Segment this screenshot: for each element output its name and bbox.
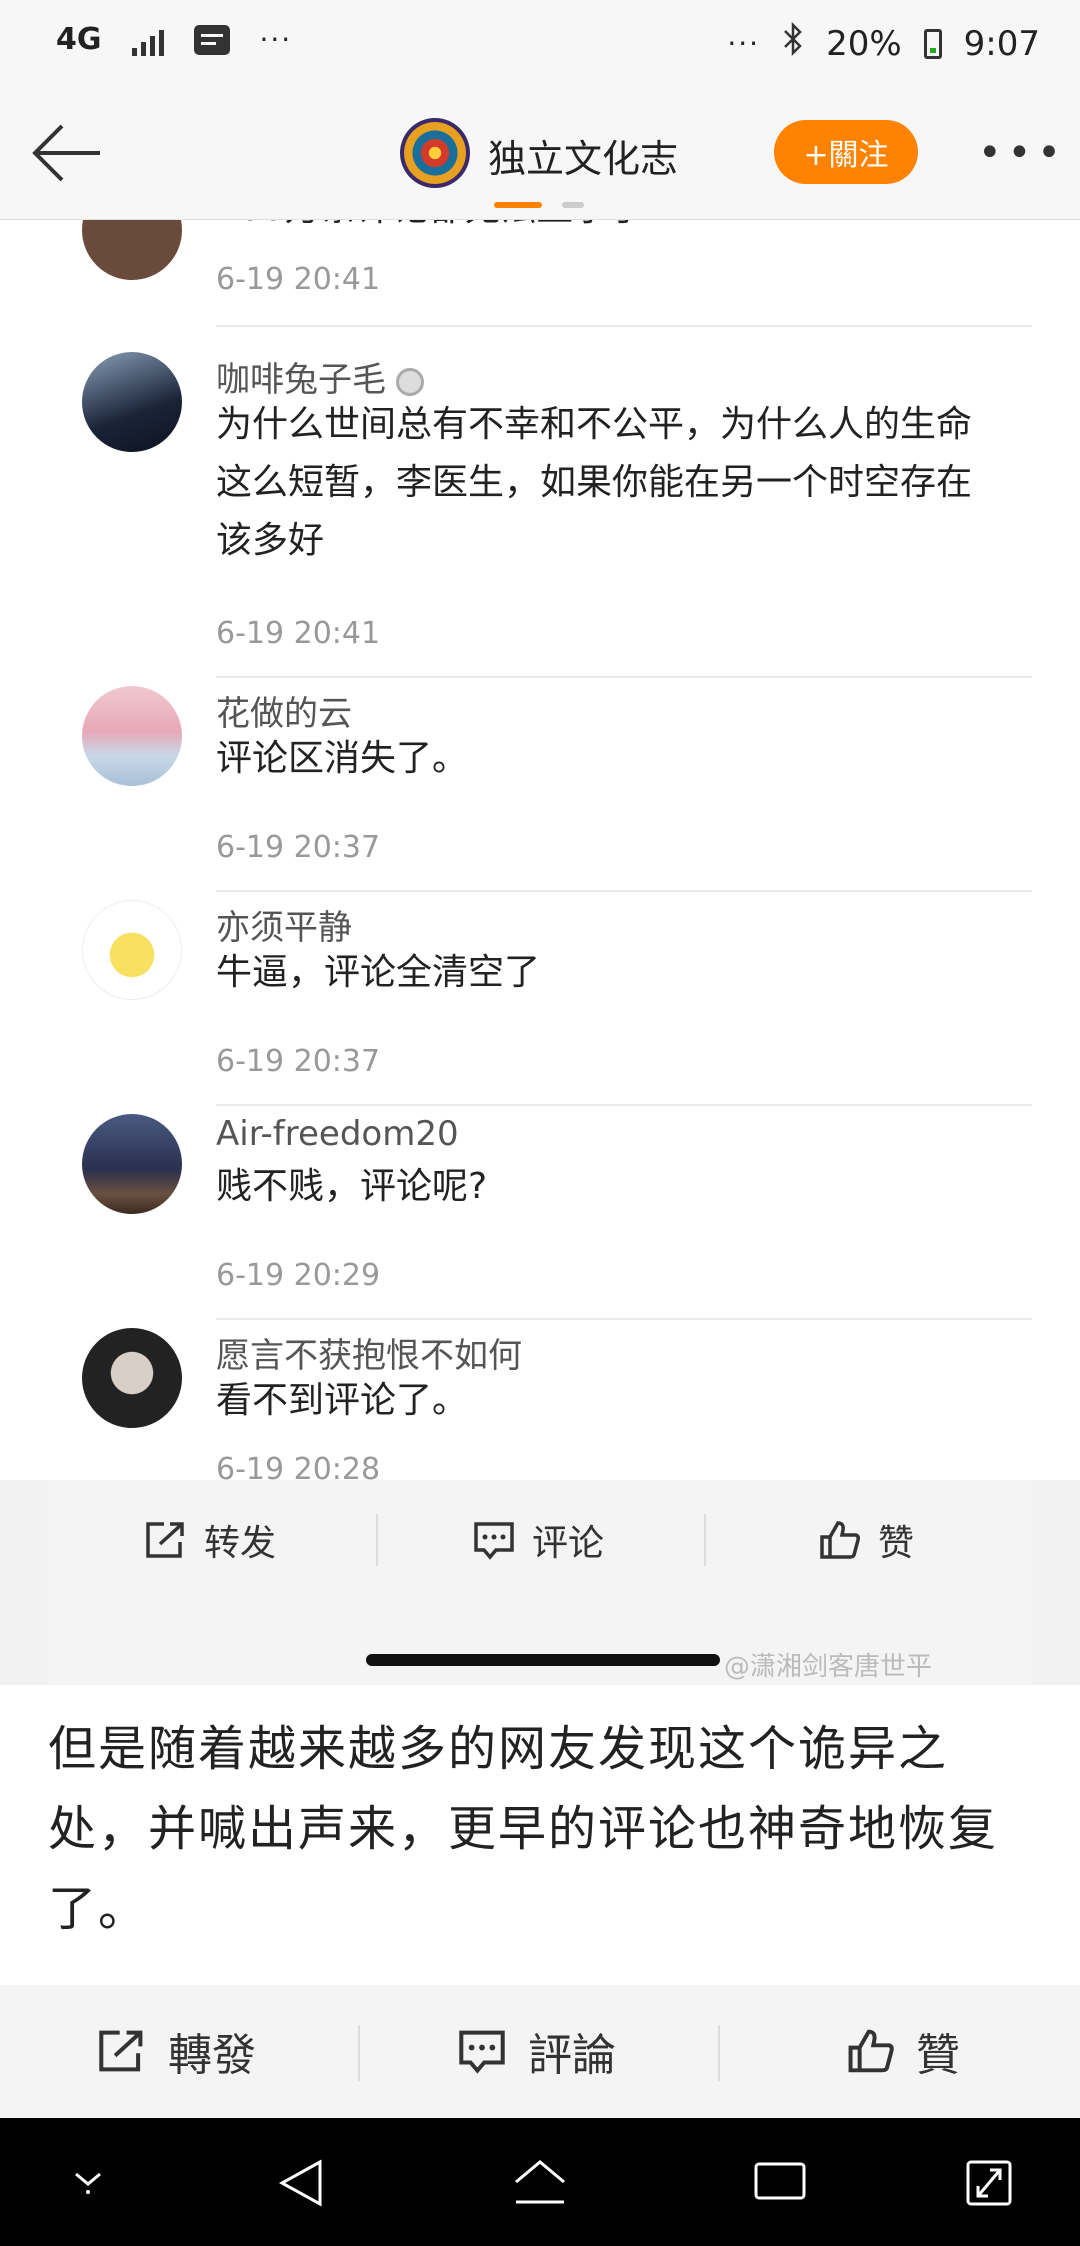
divider xyxy=(216,890,1032,892)
repost-label: 轉發 xyxy=(168,2030,256,2081)
clock: 9:07 xyxy=(963,23,1040,64)
comment-icon xyxy=(459,2030,505,2074)
back-button[interactable] xyxy=(28,118,104,188)
expand-icon[interactable] xyxy=(964,2156,1014,2210)
thumbs-up-icon xyxy=(820,1521,860,1559)
comment-author[interactable]: 花做的云 xyxy=(216,686,352,735)
network-type: 4G xyxy=(56,22,102,57)
avatar[interactable] xyxy=(82,1114,182,1214)
home-indicator xyxy=(366,1654,720,1666)
account-title[interactable]: 独立文化志 xyxy=(488,128,678,183)
separator xyxy=(704,1514,706,1566)
chevron-down-icon[interactable] xyxy=(66,2156,110,2200)
inner-like-button[interactable]: 赞 xyxy=(818,1510,914,1570)
message-icon xyxy=(193,24,230,55)
share-icon xyxy=(99,2030,143,2072)
inner-comment-label: 评论 xyxy=(532,1523,605,1564)
article-paragraph: 但是随着越来越多的网友发现这个诡异之处，并喊出声来，更早的评论也神奇地恢复了。 xyxy=(48,1721,999,1937)
bottom-action-bar: 轉發 評論 贊 xyxy=(0,1985,1080,2118)
signal-icon xyxy=(131,24,164,56)
account-avatar[interactable] xyxy=(400,118,470,188)
comment-author[interactable]: 亦须平静 xyxy=(216,900,352,949)
inner-repost-button[interactable]: 转发 xyxy=(144,1510,276,1570)
comment-text: 贱不贱，评论呢? xyxy=(216,1166,488,1207)
divider xyxy=(216,676,1032,678)
repost-button[interactable]: 轉發 xyxy=(96,2021,256,2081)
recent-apps-icon[interactable] xyxy=(752,2156,808,2206)
back-triangle-icon[interactable] xyxy=(276,2156,326,2210)
comment-author[interactable]: Air-freedom20 xyxy=(216,1114,459,1154)
avatar[interactable] xyxy=(82,686,182,786)
comment-button[interactable]: 評論 xyxy=(456,2021,616,2081)
inner-repost-label: 转发 xyxy=(204,1523,277,1564)
comment-time: 6-19 20:28 xyxy=(216,1452,381,1480)
bluetooth-icon xyxy=(782,21,804,65)
battery-percent: 20% xyxy=(826,23,902,64)
comment-author[interactable]: 愿言不获抱恨不如何 xyxy=(216,1328,522,1377)
comment-author[interactable]: 咖啡兔子毛 xyxy=(216,352,424,401)
battery-icon xyxy=(923,28,942,59)
comment-text: 评论区消失了。 xyxy=(216,738,469,779)
back-arrow-icon xyxy=(32,124,100,182)
separator xyxy=(358,2025,360,2081)
inner-comment-button[interactable]: 评论 xyxy=(472,1510,604,1570)
divider xyxy=(216,325,1032,327)
comment-text: 看不到评论了。 xyxy=(216,1380,469,1421)
separator xyxy=(376,1514,378,1566)
comment-icon xyxy=(474,1522,514,1560)
thumbs-up-icon xyxy=(848,2029,894,2073)
inner-like-label: 赞 xyxy=(878,1523,915,1564)
comment-time: 6-19 20:37 xyxy=(216,830,381,865)
author-name: 咖啡兔子毛 xyxy=(216,360,386,400)
comment-text: 牛逼，评论全清空了 xyxy=(216,952,541,993)
like-button[interactable]: 贊 xyxy=(846,2021,960,2081)
more-notifications: ··· xyxy=(259,23,293,56)
comment-time: 6-19 20:37 xyxy=(216,1044,381,1079)
comment-time: 6-19 20:29 xyxy=(216,1258,381,1293)
avatar[interactable] xyxy=(82,352,182,452)
home-icon[interactable] xyxy=(510,2156,570,2210)
avatar[interactable] xyxy=(82,1328,182,1428)
like-label: 贊 xyxy=(916,2030,960,2081)
comment-time: 6-19 20:41 xyxy=(216,616,381,651)
page-indicator-inactive xyxy=(562,202,584,208)
comment-text: 为什么世间总有不幸和不公平，为什么人的生命这么短暂，李医生，如果你能在另一个时空… xyxy=(216,404,973,561)
medal-icon xyxy=(396,367,424,396)
comment-text: 100万条评论都无法显示了 xyxy=(216,220,1006,238)
more-status: ··· xyxy=(727,27,761,60)
separator xyxy=(718,2025,720,2081)
watermark: @潇湘剑客唐世平 xyxy=(724,1652,933,1682)
page-indicator-active xyxy=(494,202,542,208)
screen: 4G ··· ··· 20% 9:07 独立文化志 +關注 ••• 6-19 2… xyxy=(0,0,1080,2246)
status-bar: 4G ··· ··· 20% 9:07 xyxy=(0,0,1080,90)
comment-time: 6-19 20:41 xyxy=(216,262,381,297)
article-body: 但是随着越来越多的网友发现这个诡异之处，并喊出声来，更早的评论也神奇地恢复了。 xyxy=(0,1685,1080,1985)
comment-list: 100万条评论都无法显示了 6-19 20:41 咖啡兔子毛 为什么世间总有不幸… xyxy=(0,220,1080,1480)
avatar[interactable] xyxy=(82,220,182,280)
share-icon xyxy=(146,1522,184,1558)
more-options-icon[interactable]: ••• xyxy=(978,130,1067,176)
follow-button[interactable]: +關注 xyxy=(774,120,918,184)
divider xyxy=(216,1318,1032,1320)
system-navigation-bar xyxy=(0,2118,1080,2246)
comment-label: 評論 xyxy=(528,2030,616,2081)
nav-header: 独立文化志 +關注 ••• xyxy=(0,90,1080,220)
divider xyxy=(216,1104,1032,1106)
avatar[interactable] xyxy=(82,900,182,1000)
